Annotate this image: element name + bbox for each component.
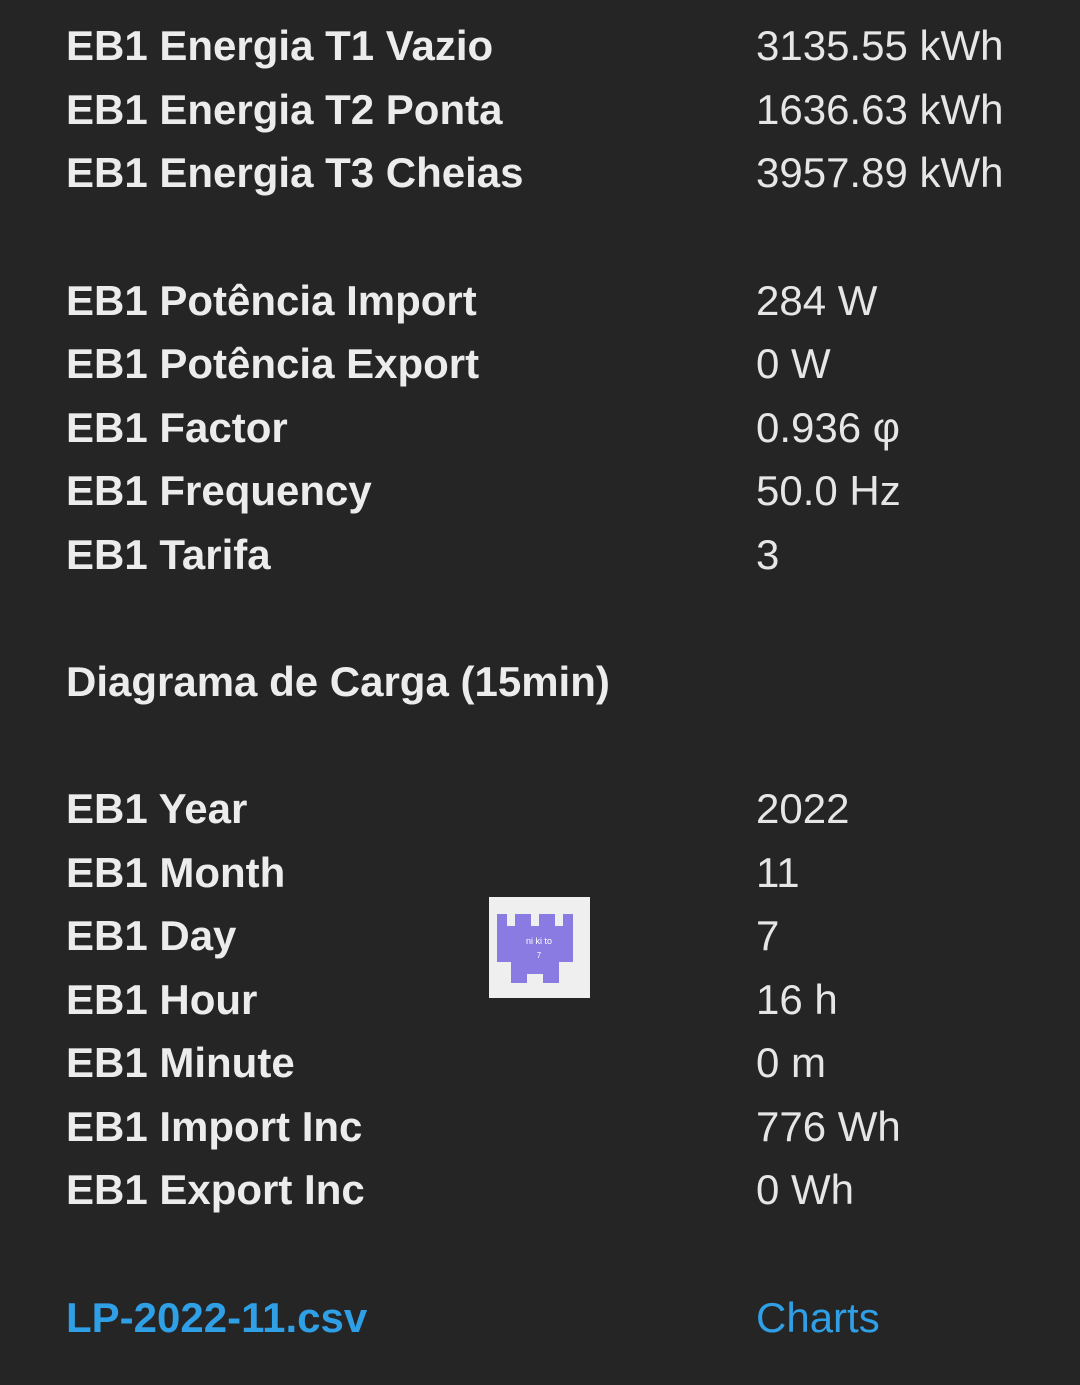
entity-value: 284 W: [756, 277, 878, 324]
entity-label: EB1 Minute: [66, 1039, 295, 1086]
entity-label: EB1 Factor: [66, 404, 288, 451]
entity-value: 16 h: [756, 976, 838, 1023]
entity-value: 3135.55 kWh: [756, 22, 1004, 69]
entity-label: EB1 Year: [66, 785, 248, 832]
entity-row-frequency[interactable]: EB1 Frequency 50.0 Hz: [0, 459, 1080, 523]
entity-value: 1636.63 kWh: [756, 86, 1004, 133]
entity-value: 3957.89 kWh: [756, 149, 1004, 196]
charts-link[interactable]: Charts: [756, 1294, 880, 1342]
entity-row-potencia-export[interactable]: EB1 Potência Export 0 W: [0, 332, 1080, 396]
entity-row-energia-t3-cheias[interactable]: EB1 Energia T3 Cheias 3957.89 kWh: [0, 141, 1080, 205]
section-title: Diagrama de Carga (15min): [66, 658, 610, 705]
csv-download-link[interactable]: LP-2022-11.csv: [66, 1294, 367, 1342]
entity-row-energia-t1-vazio[interactable]: EB1 Energia T1 Vazio 3135.55 kWh: [0, 14, 1080, 78]
entity-row-factor[interactable]: EB1 Factor 0.936 φ: [0, 396, 1080, 460]
entity-label: EB1 Export Inc: [66, 1166, 365, 1213]
entity-value: 2022: [756, 785, 850, 832]
entity-label: EB1 Tarifa: [66, 531, 271, 578]
watermark-text: ni ki to: [526, 936, 552, 946]
entity-value: 50.0 Hz: [756, 467, 901, 514]
entity-value: 3: [756, 531, 780, 578]
watermark-subtext: 7: [537, 951, 542, 960]
entity-label: EB1 Month: [66, 849, 286, 896]
entity-label: EB1 Energia T3 Cheias: [66, 149, 524, 196]
entity-row-year[interactable]: EB1 Year 2022: [0, 777, 1080, 841]
entity-row-potencia-import[interactable]: EB1 Potência Import 284 W: [0, 269, 1080, 333]
entity-label: EB1 Import Inc: [66, 1103, 363, 1150]
entity-label: EB1 Frequency: [66, 467, 372, 514]
entity-label: EB1 Energia T1 Vazio: [66, 22, 494, 69]
entity-label: EB1 Energia T2 Ponta: [66, 86, 503, 133]
entity-label: EB1 Hour: [66, 976, 258, 1023]
entity-row-minute[interactable]: EB1 Minute 0 m: [0, 1031, 1080, 1095]
entity-value: 0 m: [756, 1039, 827, 1086]
entity-value: 0.936 φ: [756, 404, 901, 451]
section-header: Diagrama de Carga (15min): [0, 650, 1080, 714]
entity-value: 0 W: [756, 340, 831, 387]
entity-row-energia-t2-ponta[interactable]: EB1 Energia T2 Ponta 1636.63 kWh: [0, 78, 1080, 142]
entity-value: 0 Wh: [756, 1166, 855, 1213]
entity-value: 7: [756, 912, 780, 959]
entity-row-export-inc[interactable]: EB1 Export Inc 0 Wh: [0, 1158, 1080, 1222]
entity-row-tarifa[interactable]: EB1 Tarifa 3: [0, 523, 1080, 587]
links-row: LP-2022-11.csv Charts: [0, 1286, 1080, 1350]
entity-value: 11: [756, 849, 800, 896]
entity-label: EB1 Potência Export: [66, 340, 480, 387]
entity-label: EB1 Day: [66, 912, 237, 959]
castle-logo-icon: ni ki to 7: [497, 914, 573, 983]
entity-row-month[interactable]: EB1 Month 11: [0, 841, 1080, 905]
entity-row-import-inc[interactable]: EB1 Import Inc 776 Wh: [0, 1095, 1080, 1159]
watermark-logo: ni ki to 7: [489, 897, 590, 998]
entity-label: EB1 Potência Import: [66, 277, 477, 324]
entity-value: 776 Wh: [756, 1103, 901, 1150]
